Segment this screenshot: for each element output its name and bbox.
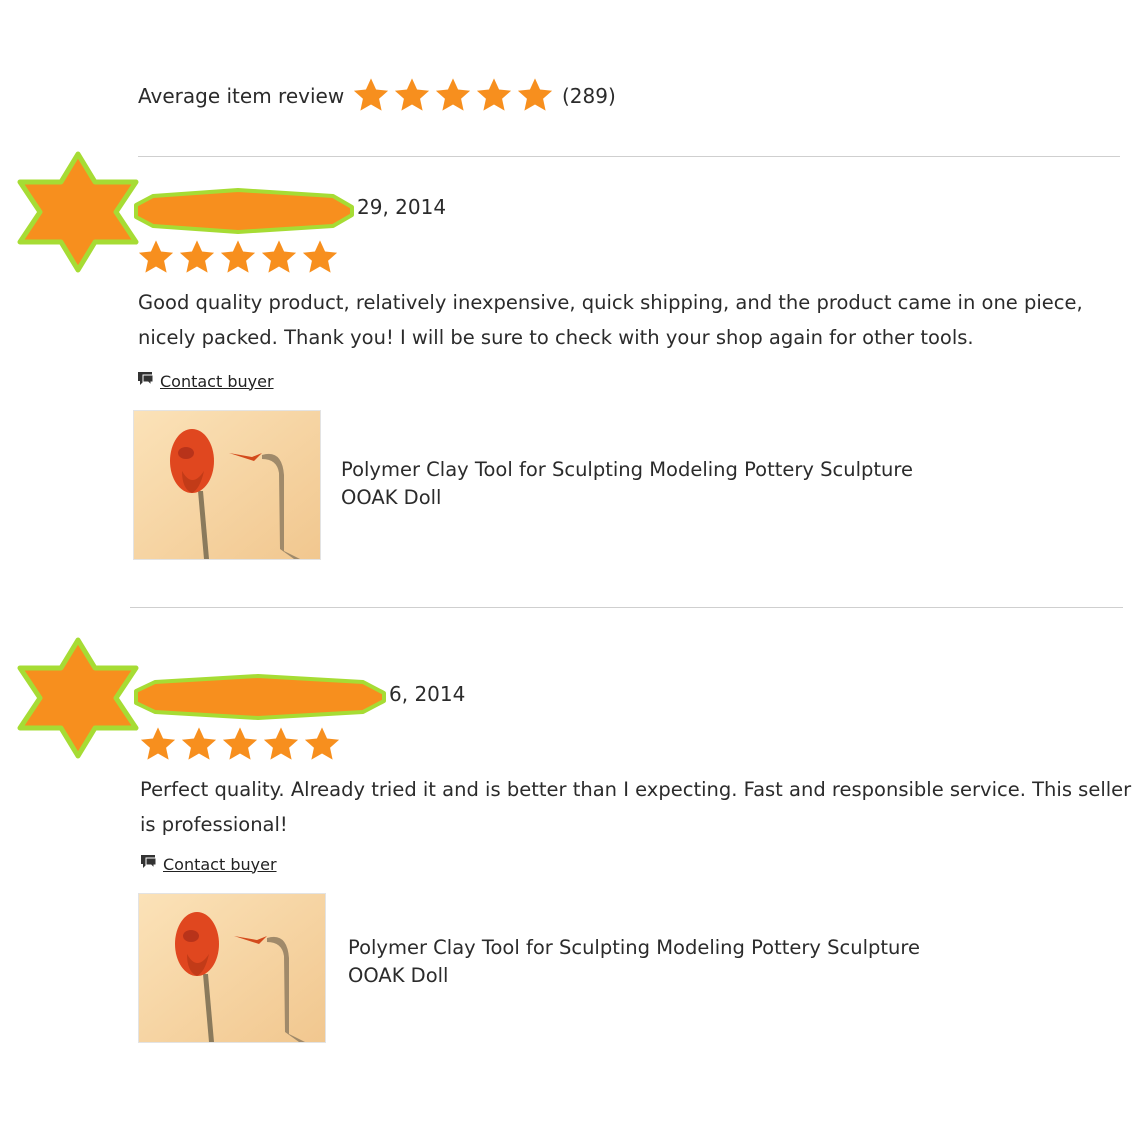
star-icon [219, 238, 257, 278]
star-icon [434, 76, 472, 116]
divider [130, 607, 1123, 608]
review-count: (289) [562, 84, 616, 108]
average-review-label: Average item review [138, 84, 345, 108]
star-icon [260, 238, 298, 278]
review-text: Good quality product, relatively inexpen… [138, 291, 1083, 349]
reviewer-name-redaction [133, 673, 387, 721]
star-icon [352, 76, 390, 116]
star-burst-icon [17, 637, 139, 759]
review-rating-stars [137, 238, 339, 278]
star-icon [180, 725, 218, 765]
listing-thumbnail[interactable] [138, 893, 326, 1043]
reviewer-name-redaction [133, 187, 355, 235]
divider [138, 156, 1120, 157]
average-rating-stars [352, 76, 554, 116]
star-icon [393, 76, 431, 116]
star-burst-icon [17, 151, 139, 273]
contact-buyer-link[interactable]: Contact buyer [140, 853, 277, 875]
review-rating-stars [139, 725, 341, 765]
review-date: 6, 2014 [389, 682, 466, 706]
star-icon [516, 76, 554, 116]
star-icon [475, 76, 513, 116]
star-icon [303, 725, 341, 765]
star-icon [221, 725, 259, 765]
contact-buyer-link[interactable]: Contact buyer [137, 370, 274, 392]
contact-buyer-label: Contact buyer [163, 854, 277, 874]
message-icon [137, 370, 157, 392]
listing-thumbnail[interactable] [133, 410, 321, 560]
star-icon [137, 238, 175, 278]
message-icon [140, 853, 160, 875]
star-icon [178, 238, 216, 278]
star-icon [139, 725, 177, 765]
star-icon [262, 725, 300, 765]
listing-title-link[interactable]: Polymer Clay Tool for Sculpting Modeling… [341, 456, 961, 512]
star-icon [301, 238, 339, 278]
review-date: 29, 2014 [357, 195, 447, 219]
review-text: Perfect quality. Already tried it and is… [140, 778, 1132, 836]
listing-title-link[interactable]: Polymer Clay Tool for Sculpting Modeling… [348, 934, 968, 990]
contact-buyer-label: Contact buyer [160, 371, 274, 391]
